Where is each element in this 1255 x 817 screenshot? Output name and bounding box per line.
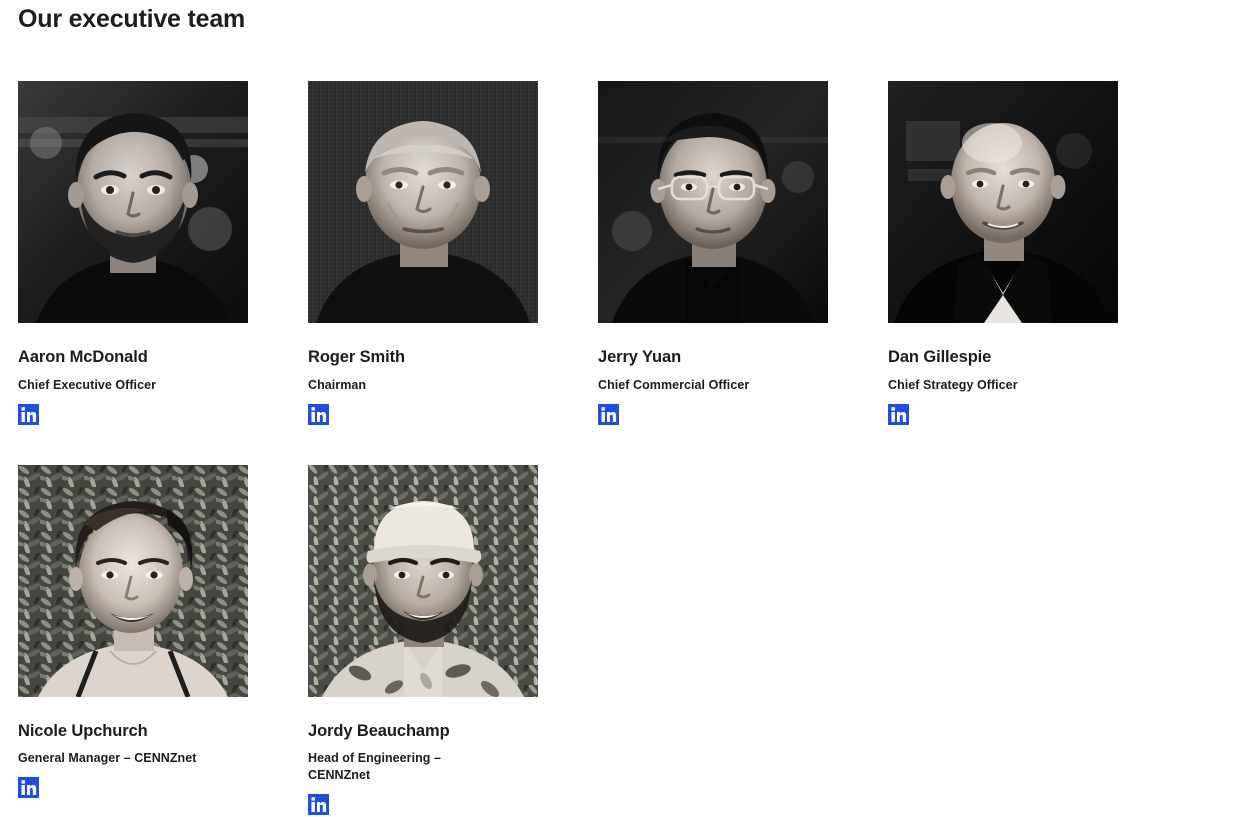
member-name: Jerry Yuan: [598, 348, 682, 366]
team-row: Nicole Upchurch General Manager – CENNZn…: [18, 464, 1238, 817]
team-member-card: Dan Gillespie Chief Strategy Officer: [888, 81, 1118, 430]
member-name: Dan Gillespie: [888, 348, 992, 366]
member-photo: [888, 81, 1118, 323]
member-photo: [18, 464, 248, 697]
member-role: Chairman: [308, 377, 367, 392]
member-photo: [308, 81, 538, 323]
linkedin-link[interactable]: [308, 793, 329, 815]
team-grid: Aaron McDonald Chief Executive Officer R…: [18, 81, 1238, 817]
team-row: Aaron McDonald Chief Executive Officer R…: [18, 81, 1238, 430]
linkedin-link[interactable]: [18, 403, 39, 425]
team-member-card: Nicole Upchurch General Manager – CENNZn…: [18, 464, 248, 804]
member-name: Jordy Beauchamp: [308, 721, 450, 740]
linkedin-link[interactable]: [308, 403, 329, 425]
member-photo: [598, 81, 828, 323]
linkedin-link[interactable]: [598, 403, 619, 425]
linkedin-link[interactable]: [18, 777, 39, 798]
team-member-card: Roger Smith Chairman: [308, 81, 538, 430]
linkedin-icon: [308, 793, 329, 815]
linkedin-link[interactable]: [888, 403, 909, 425]
member-role: Chief Strategy Officer: [888, 377, 1018, 392]
team-member-card: Jordy Beauchamp Head of Engineering – CE…: [308, 464, 538, 817]
member-role: Head of Engineering – CENNZnet: [308, 751, 442, 782]
linkedin-icon: [308, 403, 329, 425]
member-name: Aaron McDonald: [18, 348, 148, 366]
executive-team-page: Our executive team Aaron McDonald Chief …: [0, 0, 1255, 817]
linkedin-icon: [888, 403, 909, 425]
member-name: Roger Smith: [308, 348, 405, 366]
linkedin-icon: [598, 403, 619, 425]
page-title: Our executive team: [18, 5, 246, 33]
member-role: Chief Executive Officer: [18, 377, 157, 392]
member-photo: [308, 464, 538, 697]
member-role: General Manager – CENNZnet: [18, 751, 197, 766]
team-member-card: Aaron McDonald Chief Executive Officer: [18, 81, 248, 430]
member-role: Chief Commercial Officer: [598, 377, 750, 392]
team-member-card: Jerry Yuan Chief Commercial Officer: [598, 81, 828, 430]
member-name: Nicole Upchurch: [18, 721, 148, 740]
member-photo: [18, 81, 248, 323]
linkedin-icon: [18, 403, 39, 425]
linkedin-icon: [18, 777, 39, 798]
